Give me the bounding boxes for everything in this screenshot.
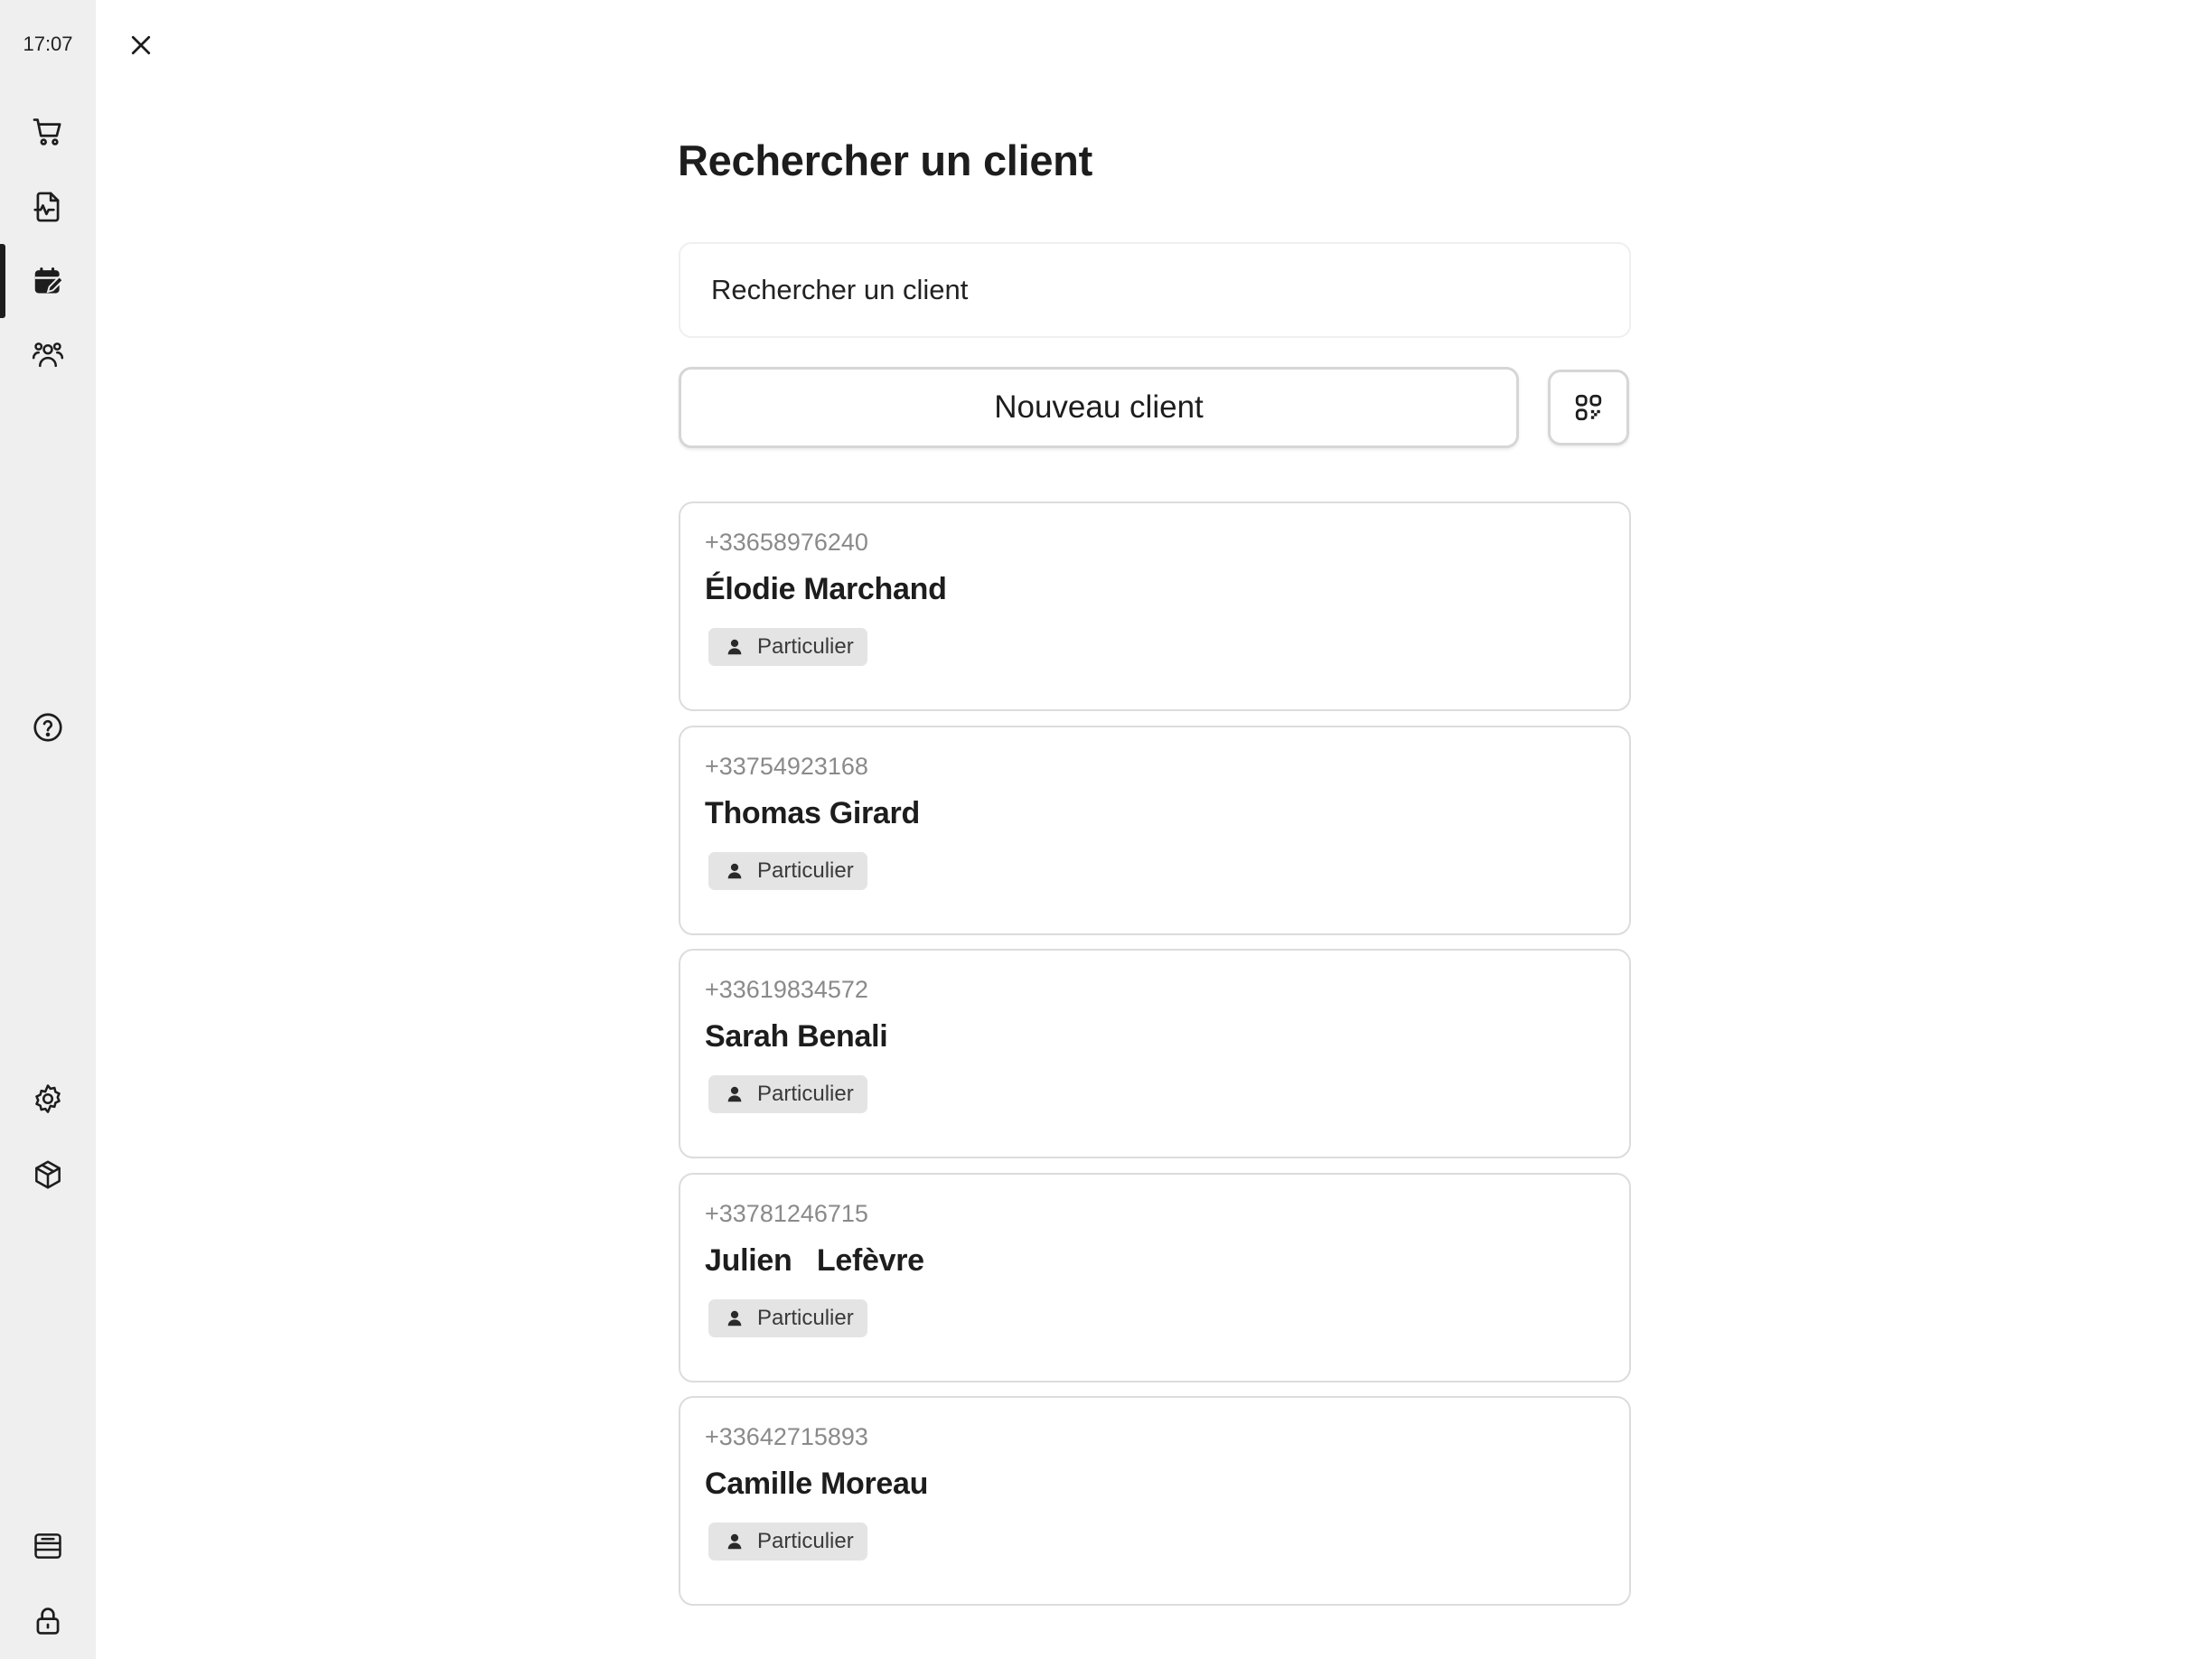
sidebar-item-cart[interactable]: [0, 95, 96, 169]
sidebar-item-sales[interactable]: [0, 170, 96, 244]
client-type-label: Particulier: [757, 1529, 854, 1553]
client-type-badge: Particulier: [708, 852, 867, 890]
client-name: Sarah Benali: [705, 1019, 888, 1054]
users-icon: [32, 342, 64, 368]
sidebar-item-cash-register[interactable]: [0, 1509, 96, 1583]
client-name: Julien Lefèvre: [705, 1243, 924, 1278]
document-chart-icon: [33, 192, 60, 222]
client-phone: +33658976240: [705, 529, 868, 556]
calendar-edit-icon: [34, 267, 64, 294]
client-card[interactable]: +33658976240 Élodie Marchand Particulier: [679, 501, 1631, 711]
client-type-label: Particulier: [757, 1306, 854, 1330]
close-button[interactable]: [121, 25, 161, 65]
help-circle-icon: [33, 713, 62, 742]
client-name: Thomas Girard: [705, 796, 920, 830]
sidebar-item-customers[interactable]: [0, 318, 96, 392]
sidebar-item-lock[interactable]: [0, 1584, 96, 1658]
person-icon: [727, 863, 742, 879]
sidebar-item-products[interactable]: [0, 1138, 96, 1212]
person-icon: [727, 1086, 742, 1102]
close-icon: [131, 35, 151, 55]
client-name: Camille Moreau: [705, 1467, 929, 1501]
page-title: Rechercher un client: [678, 136, 1092, 184]
status-time: 17:07: [23, 33, 73, 55]
person-icon: [727, 1310, 742, 1326]
qr-code-icon: [1575, 394, 1602, 421]
new-client-button[interactable]: Nouveau client: [679, 367, 1519, 448]
client-phone: +33754923168: [705, 753, 868, 780]
qr-scan-button[interactable]: [1548, 370, 1629, 445]
client-card[interactable]: +33754923168 Thomas Girard Particulier: [679, 726, 1631, 935]
client-type-badge: Particulier: [708, 1075, 867, 1113]
client-type-badge: Particulier: [708, 1523, 867, 1561]
client-card[interactable]: +33781246715 Julien Lefèvre Particulier: [679, 1173, 1631, 1382]
client-type-badge: Particulier: [708, 628, 867, 666]
sidebar-item-appointments[interactable]: [0, 244, 96, 318]
client-name: Élodie Marchand: [705, 572, 947, 606]
client-phone: +33781246715: [705, 1200, 868, 1227]
client-type-label: Particulier: [757, 858, 854, 883]
search-input[interactable]: [679, 242, 1631, 338]
client-type-label: Particulier: [757, 634, 854, 659]
client-card[interactable]: +33642715893 Camille Moreau Particulier: [679, 1396, 1631, 1606]
register-icon: [34, 1533, 61, 1559]
client-type-badge: Particulier: [708, 1299, 867, 1337]
client-phone: +33642715893: [705, 1423, 868, 1450]
box-icon: [35, 1160, 61, 1189]
sidebar-item-settings[interactable]: [0, 1062, 96, 1136]
cart-icon: [33, 118, 61, 145]
sidebar-item-help[interactable]: [0, 690, 96, 764]
sidebar: 17:07: [0, 0, 96, 1659]
client-phone: +33619834572: [705, 976, 868, 1003]
gear-icon: [35, 1084, 61, 1113]
person-icon: [727, 639, 742, 655]
lock-icon: [36, 1607, 60, 1635]
person-icon: [727, 1533, 742, 1550]
client-type-label: Particulier: [757, 1082, 854, 1106]
client-card[interactable]: +33619834572 Sarah Benali Particulier: [679, 949, 1631, 1158]
